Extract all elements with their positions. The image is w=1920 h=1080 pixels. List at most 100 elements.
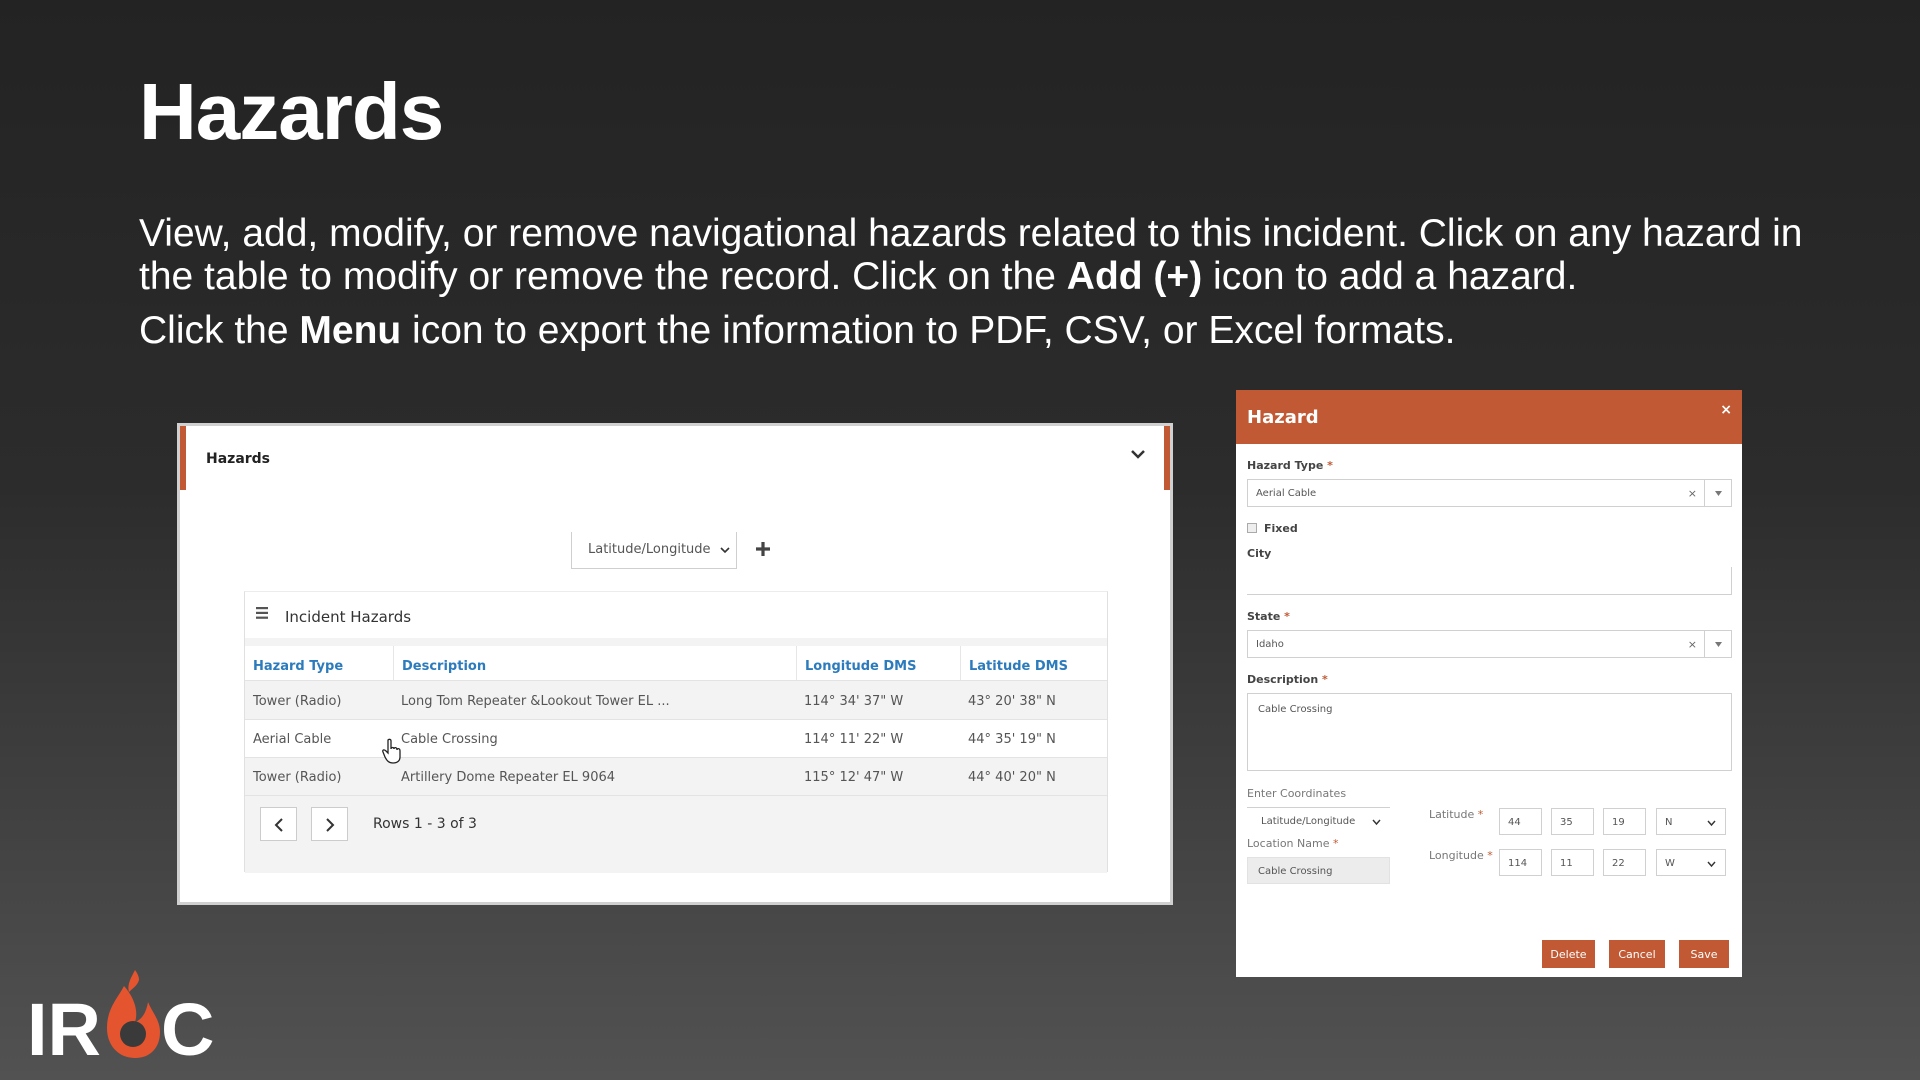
chevron-down-icon: [1707, 820, 1716, 827]
panel-title: Hazards: [206, 451, 271, 467]
latitude-label-text: Latitude: [1429, 808, 1475, 821]
column-header-latitude[interactable]: Latitude DMS: [960, 646, 1109, 680]
panel-header[interactable]: Hazards: [180, 426, 1170, 490]
select-arrow-icon: [720, 547, 730, 554]
dropdown-toggle[interactable]: [1704, 480, 1731, 506]
hazard-dialog: Hazard × Hazard Type * Aerial Cable × Fi…: [1236, 390, 1742, 977]
coordinate-format-value: Latitude/Longitude: [588, 542, 711, 557]
latitude-seconds-input[interactable]: 19: [1603, 808, 1646, 835]
latitude-degrees-input[interactable]: 44: [1499, 808, 1542, 835]
required-mark: *: [1477, 808, 1484, 821]
grid-toolbar: Incident Hazards: [245, 592, 1107, 638]
table-row[interactable]: Tower (Radio) Artillery Dome Repeater EL…: [245, 758, 1107, 796]
slide-body: View, add, modify, or remove navigationa…: [139, 212, 1839, 352]
enter-coordinates-label: Enter Coordinates: [1247, 787, 1347, 800]
state-value: Idaho: [1256, 639, 1284, 650]
grid-title: Incident Hazards: [285, 608, 412, 626]
longitude-seconds-input[interactable]: 22: [1603, 849, 1646, 876]
dialog-header: Hazard ×: [1236, 390, 1742, 444]
save-button[interactable]: Save: [1679, 940, 1729, 968]
location-name-input[interactable]: Cable Crossing: [1247, 857, 1390, 884]
hazard-type-label-text: Hazard Type: [1247, 459, 1324, 472]
enter-coordinates-select[interactable]: Latitude/Longitude: [1247, 807, 1390, 834]
location-name-label-text: Location Name: [1247, 837, 1330, 850]
latitude-hemisphere-value: N: [1665, 817, 1673, 828]
cell-longitude: 114° 11' 22" W: [804, 732, 904, 747]
para1-bold: Add (+): [1066, 255, 1203, 298]
slide-paragraph-1: View, add, modify, or remove navigationa…: [139, 212, 1839, 298]
longitude-label: Longitude *: [1429, 849, 1493, 862]
clear-icon[interactable]: ×: [1688, 638, 1697, 651]
chevron-down-icon: [1715, 642, 1722, 647]
close-icon[interactable]: ×: [1720, 402, 1732, 418]
chevron-down-icon: [1715, 491, 1722, 496]
slide-title: Hazards: [139, 67, 444, 156]
city-input[interactable]: [1247, 567, 1732, 595]
flame-icon: [107, 970, 160, 1058]
required-mark: *: [1487, 849, 1493, 862]
para2-text-a: Click the: [139, 309, 300, 352]
coordinate-format-select[interactable]: Latitude/Longitude: [571, 532, 737, 569]
fixed-checkbox[interactable]: [1247, 523, 1257, 533]
cell-longitude: 115° 12' 47" W: [804, 770, 904, 785]
cell-hazard-type: Aerial Cable: [253, 732, 332, 747]
table-row[interactable]: Aerial Cable Cable Crossing 114° 11' 22"…: [245, 720, 1107, 758]
cell-longitude: 114° 34' 37" W: [804, 694, 904, 709]
hazard-type-select[interactable]: Aerial Cable ×: [1247, 479, 1732, 507]
enter-coordinates-value: Latitude/Longitude: [1261, 816, 1356, 827]
cell-description: Cable Crossing: [401, 732, 498, 747]
location-name-label: Location Name *: [1247, 837, 1338, 850]
required-mark: *: [1284, 610, 1290, 623]
clear-icon[interactable]: ×: [1688, 487, 1697, 500]
city-label: City: [1247, 547, 1272, 560]
column-header-description[interactable]: Description: [393, 646, 796, 680]
previous-page-button[interactable]: [260, 807, 297, 841]
column-header-hazard-type[interactable]: Hazard Type: [245, 646, 393, 680]
chevron-down-icon: [1372, 819, 1381, 826]
next-page-button[interactable]: [311, 807, 348, 841]
longitude-hemisphere-value: W: [1665, 858, 1675, 869]
dropdown-toggle[interactable]: [1704, 631, 1731, 657]
description-label: Description *: [1247, 673, 1328, 686]
slide-paragraph-2: Click the Menu icon to export the inform…: [139, 309, 1839, 352]
logo-text-right: C: [161, 988, 214, 1060]
cancel-button[interactable]: Cancel: [1609, 940, 1665, 968]
dialog-title: Hazard: [1247, 407, 1319, 428]
cell-latitude: 44° 35' 19" N: [968, 732, 1056, 747]
menu-icon[interactable]: [255, 606, 269, 620]
longitude-label-text: Longitude: [1429, 849, 1484, 862]
para2-bold: Menu: [299, 309, 402, 352]
iroc-logo: IR C: [27, 970, 214, 1060]
para1-text-b: icon to add a hazard.: [1202, 255, 1578, 298]
required-mark: *: [1322, 673, 1328, 686]
state-select[interactable]: Idaho ×: [1247, 630, 1732, 658]
latitude-minutes-input[interactable]: 35: [1551, 808, 1594, 835]
chevron-down-icon: [1707, 861, 1716, 868]
column-header-longitude[interactable]: Longitude DMS: [796, 646, 960, 680]
chevron-left-icon: [274, 818, 283, 832]
cell-hazard-type: Tower (Radio): [253, 770, 342, 785]
hand-cursor-icon: [382, 738, 401, 764]
table-row[interactable]: Tower (Radio) Long Tom Repeater &Lookout…: [245, 682, 1107, 720]
hazard-type-value: Aerial Cable: [1256, 488, 1317, 499]
para2-text-b: icon to export the information to PDF, C…: [401, 309, 1456, 352]
description-textarea[interactable]: Cable Crossing: [1247, 693, 1732, 771]
grid-pager: Rows 1 - 3 of 3: [245, 798, 1107, 873]
chevron-down-icon[interactable]: [1128, 444, 1148, 464]
description-label-text: Description: [1247, 673, 1319, 686]
logo-text-left: IR: [27, 988, 101, 1060]
cell-hazard-type: Tower (Radio): [253, 694, 342, 709]
cell-latitude: 43° 20' 38" N: [968, 694, 1056, 709]
pager-status: Rows 1 - 3 of 3: [373, 816, 477, 832]
latitude-hemisphere-select[interactable]: N: [1656, 808, 1726, 835]
state-label: State *: [1247, 610, 1290, 623]
delete-button[interactable]: Delete: [1542, 940, 1595, 968]
cell-latitude: 44° 40' 20" N: [968, 770, 1056, 785]
incident-hazards-grid: Incident Hazards Hazard Type Description…: [244, 591, 1109, 873]
state-label-text: State: [1247, 610, 1281, 623]
add-hazard-button[interactable]: [753, 539, 773, 559]
longitude-minutes-input[interactable]: 11: [1551, 849, 1594, 876]
fixed-label: Fixed: [1264, 522, 1298, 535]
longitude-degrees-input[interactable]: 114: [1499, 849, 1542, 876]
longitude-hemisphere-select[interactable]: W: [1656, 849, 1726, 876]
